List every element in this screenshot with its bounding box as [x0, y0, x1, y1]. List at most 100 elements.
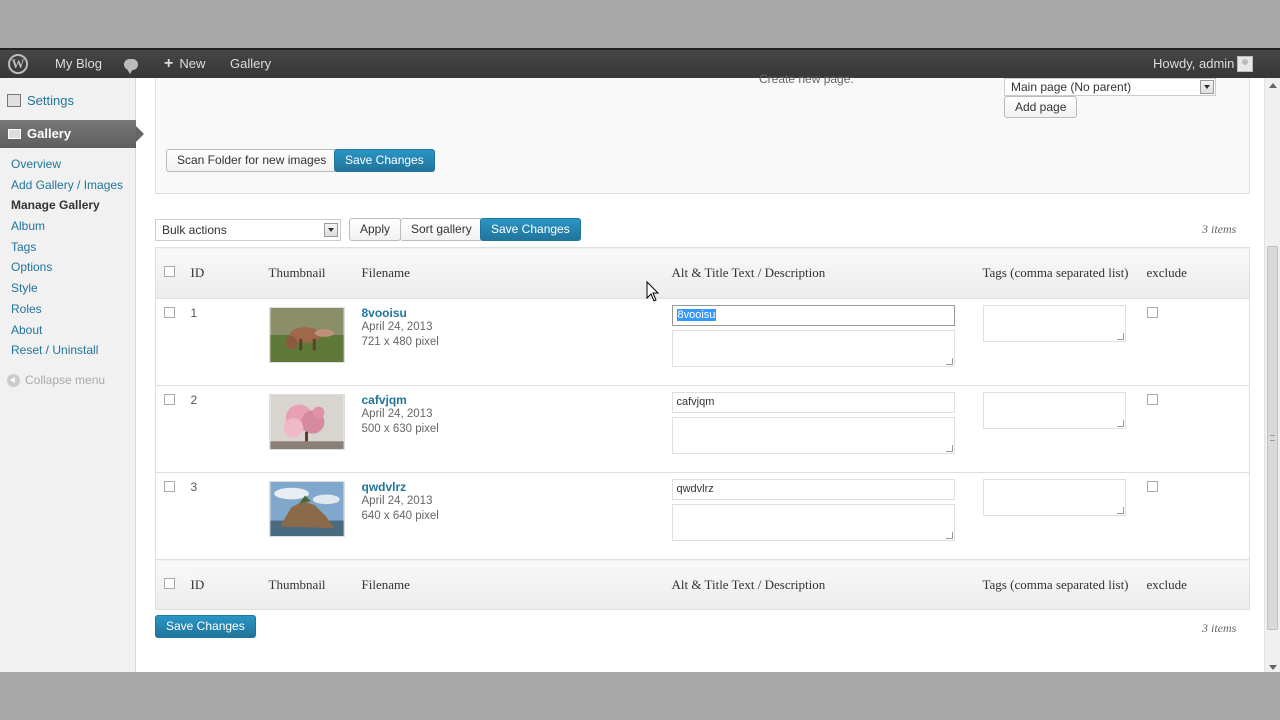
filename-cell: qwdvlrz April 24, 2013 640 x 640 pixel — [361, 472, 672, 560]
browser-viewport: W My Blog + New Gallery Howdy, admin Sett… — [0, 48, 1280, 672]
sort-gallery-button[interactable]: Sort gallery — [400, 218, 483, 241]
sidebar-settings-label: Settings — [27, 93, 74, 108]
thumbnail-rock-island-image[interactable] — [268, 481, 345, 537]
select-all-checkbox-footer[interactable] — [164, 577, 175, 589]
page-scrollbar[interactable] — [1264, 78, 1280, 672]
submenu-add-gallery-images[interactable]: Add Gallery / Images — [0, 175, 136, 196]
bulk-actions-value: Bulk actions — [162, 223, 227, 237]
row-id: 2 — [190, 385, 269, 473]
footer-id[interactable]: ID — [190, 559, 269, 610]
exclude-cell — [1146, 385, 1250, 473]
description-textarea[interactable] — [671, 504, 955, 541]
alt-title-input[interactable]: qwdvlrz — [671, 479, 955, 500]
image-dimensions: 500 x 630 pixel — [361, 423, 439, 435]
row-id: 3 — [190, 472, 269, 560]
avatar-icon[interactable] — [1237, 56, 1253, 72]
thumbnail-cell — [268, 385, 362, 473]
alt-title-input[interactable]: cafvjqm — [671, 392, 955, 413]
parent-page-select[interactable]: Main page (No parent) — [1004, 78, 1216, 96]
table-row: 1 8vooisu April 24, 2013 721 x 480 pixel… — [155, 298, 1250, 386]
thumbnail-blossom-image[interactable] — [268, 394, 345, 450]
my-blog-link[interactable]: My Blog — [55, 50, 102, 78]
items-count-bottom: 3 items — [1202, 621, 1237, 635]
exclude-checkbox[interactable] — [1146, 481, 1158, 492]
thumbnail-cell — [268, 298, 362, 386]
save-changes-button-top[interactable]: Save Changes — [334, 149, 435, 172]
thumbnail-fox-image[interactable] — [268, 307, 345, 363]
sidebar-item-settings[interactable]: Settings — [0, 90, 136, 112]
header-id[interactable]: ID — [190, 247, 269, 299]
save-changes-button-bottom[interactable]: Save Changes — [155, 615, 256, 638]
submenu-reset-uninstall[interactable]: Reset / Uninstall — [0, 340, 136, 361]
settings-icon — [7, 94, 21, 107]
submenu-roles[interactable]: Roles — [0, 299, 136, 320]
scan-folder-button[interactable]: Scan Folder for new images — [166, 149, 338, 172]
submenu-style[interactable]: Style — [0, 278, 136, 299]
submenu-manage-gallery[interactable]: Manage Gallery — [0, 195, 136, 216]
tags-cell — [982, 385, 1147, 473]
tags-textarea[interactable] — [982, 305, 1126, 342]
row-select-cell — [155, 472, 191, 560]
footer-filename[interactable]: Filename — [361, 559, 672, 610]
admin-bar: W My Blog + New Gallery Howdy, admin — [0, 50, 1280, 78]
wordpress-logo-button[interactable]: W — [8, 50, 34, 78]
exclude-cell — [1146, 298, 1250, 386]
bulk-actions-select[interactable]: Bulk actions — [155, 219, 341, 241]
add-page-button[interactable]: Add page — [1004, 96, 1078, 118]
alt-title-selected-text: 8vooisu — [676, 309, 717, 321]
gallery-submenu: Overview Add Gallery / Images Manage Gal… — [0, 154, 136, 361]
outer-frame-bottom — [0, 672, 1280, 720]
tags-textarea[interactable] — [982, 392, 1126, 429]
filename-link[interactable]: qwdvlrz — [362, 480, 672, 494]
scroll-down-arrow-icon[interactable] — [1269, 665, 1277, 670]
table-footer-row: ID Thumbnail Filename Alt & Title Text /… — [155, 559, 1250, 610]
scrollbar-grip-icon — [1270, 435, 1275, 441]
header-select-all — [155, 247, 191, 299]
collapse-menu-button[interactable]: Collapse menu — [7, 373, 105, 388]
footer-select-all — [155, 559, 191, 610]
comment-bubble-icon — [124, 59, 138, 74]
row-checkbox[interactable] — [164, 394, 175, 405]
howdy-account-menu[interactable]: Howdy, admin — [1153, 50, 1234, 78]
mouse-cursor-icon — [646, 281, 660, 302]
filename-link[interactable]: cafvjqm — [362, 393, 672, 407]
submenu-tags[interactable]: Tags — [0, 237, 136, 258]
save-changes-button-tablenav[interactable]: Save Changes — [480, 218, 581, 241]
alt-cell: 8vooisu — [671, 298, 983, 386]
dropdown-arrow-icon — [1200, 80, 1214, 94]
comments-button[interactable] — [124, 50, 138, 78]
new-content-button[interactable]: + New — [164, 50, 205, 78]
exclude-checkbox[interactable] — [1146, 394, 1158, 405]
filename-cell: cafvjqm April 24, 2013 500 x 630 pixel — [361, 385, 672, 473]
sidebar-item-gallery[interactable]: Gallery — [0, 120, 144, 148]
exclude-checkbox[interactable] — [1146, 307, 1158, 318]
description-textarea[interactable] — [671, 417, 955, 454]
tags-textarea[interactable] — [982, 479, 1126, 516]
alt-cell: cafvjqm — [671, 385, 983, 473]
submenu-overview[interactable]: Overview — [0, 154, 136, 175]
plus-icon: + — [164, 55, 174, 72]
apply-button[interactable]: Apply — [349, 218, 402, 241]
parent-page-value: Main page (No parent) — [1011, 80, 1132, 94]
row-select-cell — [155, 298, 191, 386]
footer-thumbnail: Thumbnail — [268, 559, 362, 610]
row-checkbox[interactable] — [164, 481, 175, 492]
tags-cell — [982, 472, 1147, 560]
select-all-checkbox[interactable] — [164, 266, 175, 277]
header-filename[interactable]: Filename — [361, 247, 672, 299]
collapse-arrow-icon — [7, 374, 20, 388]
description-textarea[interactable] — [671, 330, 955, 367]
row-checkbox[interactable] — [164, 307, 175, 318]
scrollbar-thumb[interactable] — [1267, 246, 1278, 630]
submenu-about[interactable]: About — [0, 320, 136, 341]
create-new-page-label: Create new page: — [759, 72, 854, 86]
filename-link[interactable]: 8vooisu — [362, 306, 672, 320]
footer-exclude: exclude — [1146, 559, 1250, 610]
header-alt-title: Alt & Title Text / Description — [671, 247, 983, 299]
submenu-options[interactable]: Options — [0, 257, 136, 278]
adminbar-gallery-link[interactable]: Gallery — [230, 50, 271, 78]
header-tags: Tags (comma separated list) — [982, 247, 1147, 299]
alt-title-input[interactable]: 8vooisu — [671, 305, 955, 326]
scroll-up-arrow-icon[interactable] — [1269, 83, 1277, 88]
submenu-album[interactable]: Album — [0, 216, 136, 237]
